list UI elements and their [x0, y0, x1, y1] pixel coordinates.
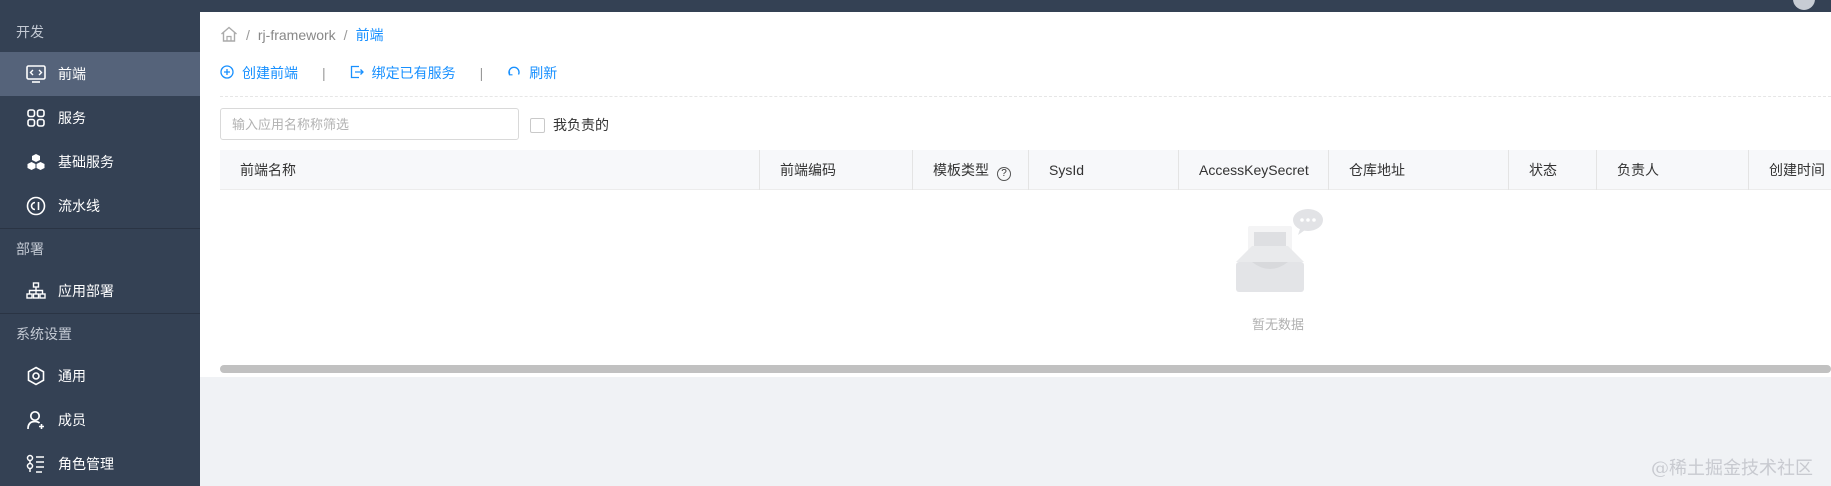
breadcrumb-current: 前端	[355, 27, 384, 43]
refresh-label: 刷新	[529, 65, 558, 81]
role-list-icon	[24, 452, 48, 476]
create-frontend-button[interactable]: 创建前端	[220, 63, 298, 83]
bind-service-label: 绑定已有服务	[371, 65, 456, 81]
bind-existing-service-button[interactable]: 绑定已有服务	[350, 63, 456, 83]
sidebar-item-service[interactable]: 服务	[0, 96, 200, 140]
app-name-filter-input[interactable]	[220, 108, 519, 140]
help-question-icon[interactable]: ?	[997, 167, 1011, 181]
main-content: / rj-framework / 前端 创建前端 | 绑定已有服务 | 刷新 输…	[200, 12, 1831, 486]
empty-state	[1228, 206, 1324, 309]
empty-state-text: 暂无数据	[1251, 317, 1304, 332]
frontend-list-panel: / rj-framework / 前端 创建前端 | 绑定已有服务 | 刷新 输…	[200, 12, 1831, 377]
sidebar-item-label: 成员	[58, 412, 86, 428]
sidebar: 开发 前端 服务 基础服务 流水线 部署 应用部署 系统设置 通用 成员 角色管…	[0, 12, 200, 486]
breadcrumb-separator: /	[246, 27, 250, 43]
sidebar-item-label: 基础服务	[58, 154, 114, 170]
column-header-owner[interactable]: 负责人	[1596, 150, 1659, 190]
toolbar: 创建前端 | 绑定已有服务 | 刷新	[220, 62, 557, 84]
sidebar-item-label: 应用部署	[58, 283, 114, 299]
bind-icon	[350, 65, 372, 82]
sidebar-item-pipeline[interactable]: 流水线	[0, 184, 200, 228]
sidebar-item-label: 流水线	[58, 198, 100, 214]
horizontal-scrollbar[interactable]	[220, 365, 1831, 373]
sidebar-item-role-management[interactable]: 角色管理	[0, 442, 200, 486]
sidebar-group-dev: 开发	[16, 24, 44, 40]
frontend-code-icon	[24, 62, 48, 86]
column-header-frontend-name[interactable]: 前端名称	[220, 150, 296, 190]
column-header-repo-url[interactable]: 仓库地址	[1328, 150, 1405, 190]
sidebar-item-label: 前端	[58, 66, 86, 82]
sidebar-item-general[interactable]: 通用	[0, 354, 200, 398]
column-header-created-time[interactable]: 创建时间	[1748, 150, 1825, 190]
column-header-frontend-code[interactable]: 前端编码	[759, 150, 836, 190]
sidebar-group-deploy: 部署	[16, 241, 44, 257]
sidebar-item-label: 角色管理	[58, 456, 114, 472]
breadcrumb: / rj-framework / 前端	[220, 24, 384, 46]
template-type-label: 模板类型	[933, 162, 989, 178]
sidebar-item-base-service[interactable]: 基础服务	[0, 140, 200, 184]
sidebar-item-frontend[interactable]: 前端	[0, 52, 200, 96]
column-header-sysid[interactable]: SysId	[1028, 150, 1084, 190]
toolbar-divider	[220, 96, 1831, 97]
sidebar-item-label: 服务	[58, 110, 86, 126]
breadcrumb-project[interactable]: rj-framework	[258, 27, 336, 43]
toolbar-separator: |	[479, 65, 484, 81]
ci-icon	[24, 194, 48, 218]
refresh-button[interactable]: 刷新	[507, 63, 557, 83]
mine-only-label: 我负责的	[553, 117, 609, 133]
top-bar	[0, 0, 1831, 12]
sitemap-icon	[24, 279, 48, 303]
column-header-access-key-secret[interactable]: AccessKeySecret	[1178, 150, 1309, 190]
grid-icon	[24, 106, 48, 130]
column-header-template-type[interactable]: 模板类型?	[912, 150, 1011, 190]
user-avatar[interactable]	[1793, 0, 1815, 10]
hexagon-settings-icon	[24, 364, 48, 388]
empty-inbox-icon	[1228, 209, 1324, 309]
sidebar-group-settings: 系统设置	[16, 326, 72, 342]
refresh-icon	[507, 65, 529, 82]
sidebar-item-label: 通用	[58, 368, 86, 384]
mine-only-checkbox[interactable]: 我负责的	[530, 115, 609, 135]
create-frontend-label: 创建前端	[242, 65, 298, 81]
toolbar-separator: |	[322, 65, 326, 81]
column-header-status[interactable]: 状态	[1508, 150, 1557, 190]
sidebar-item-app-deploy[interactable]: 应用部署	[0, 269, 200, 313]
user-icon	[24, 408, 48, 432]
table-header: 前端名称 前端编码 模板类型? SysId AccessKeySecret 仓库…	[220, 150, 1831, 190]
watermark: @稀土掘金技术社区	[1651, 458, 1813, 479]
plus-circle-icon	[220, 64, 242, 82]
checkbox-box[interactable]	[530, 117, 545, 133]
home-icon[interactable]	[220, 26, 238, 45]
sidebar-item-members[interactable]: 成员	[0, 398, 200, 442]
breadcrumb-separator: /	[343, 27, 348, 43]
cubes-icon	[24, 150, 48, 174]
